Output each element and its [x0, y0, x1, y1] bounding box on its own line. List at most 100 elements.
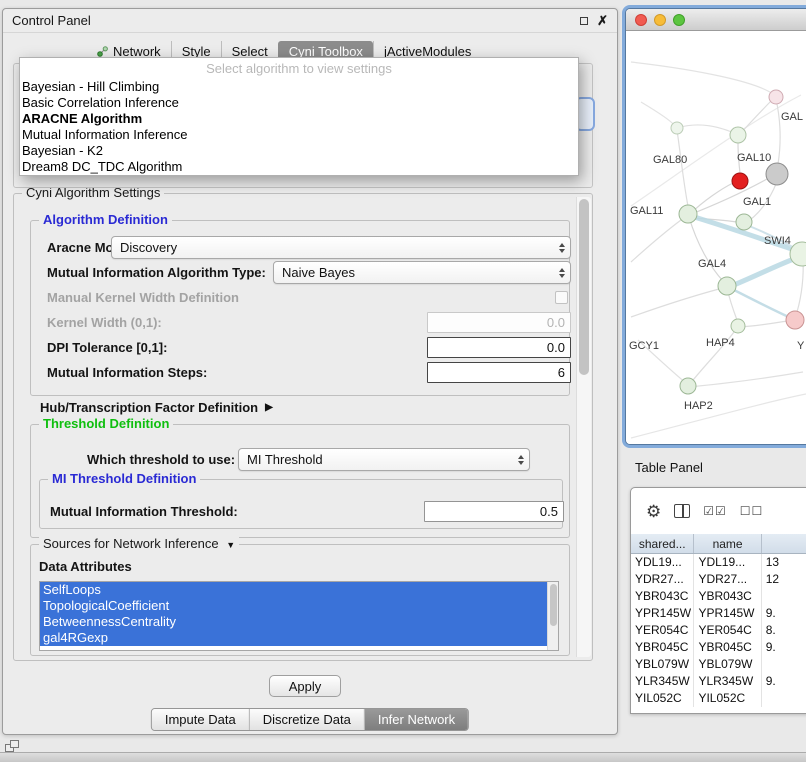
close-button[interactable]	[635, 14, 647, 26]
which-threshold-select[interactable]: MI Threshold	[238, 448, 530, 471]
kernel-width-field	[427, 312, 571, 333]
deselect-all-icon[interactable]: ☐☐	[740, 504, 764, 518]
kernel-width-label: Kernel Width (0,1):	[47, 315, 162, 330]
algorithm-definition-title: Algorithm Definition	[39, 212, 172, 227]
combo-arrows-icon	[559, 268, 565, 278]
column-header[interactable]: name	[694, 534, 761, 553]
network-edge	[641, 102, 674, 125]
mi-threshold-group: MI Threshold Definition Mutual Informati…	[39, 479, 563, 529]
attribute-item[interactable]: TopologicalCoefficient	[40, 598, 547, 614]
collapse-down-icon: ▼	[226, 540, 235, 550]
attribute-item[interactable]: gal4RGexp	[40, 630, 547, 646]
manual-kernel-label: Manual Kernel Width Definition	[47, 290, 239, 305]
network-node[interactable]	[790, 242, 806, 266]
table-row[interactable]: YER054CYER054C8.	[631, 622, 806, 639]
aracne-mode-value: Discovery	[120, 240, 177, 255]
dpi-tolerance-field[interactable]	[427, 337, 571, 358]
network-edge	[730, 288, 791, 318]
network-node[interactable]	[731, 319, 745, 333]
node-label: GAL1	[743, 196, 771, 208]
table-panel-title: Table Panel	[635, 460, 703, 475]
table-cell: YBL079W	[631, 656, 694, 673]
table-cell: YER054C	[631, 622, 694, 639]
apply-button[interactable]: Apply	[269, 675, 341, 697]
mi-threshold-field[interactable]	[424, 501, 564, 522]
table-row[interactable]: YIL052CYIL052C	[631, 690, 806, 707]
column-header[interactable]	[762, 534, 806, 553]
network-node[interactable]	[718, 277, 736, 295]
scrollbar-thumb[interactable]	[579, 199, 589, 375]
combo-arrows-icon	[518, 455, 524, 465]
close-panel-icon[interactable]: ✗	[597, 16, 608, 26]
network-node[interactable]	[680, 378, 696, 394]
mi-steps-label: Mutual Information Steps:	[47, 365, 207, 380]
network-node[interactable]	[786, 311, 804, 329]
attribute-item[interactable]: SelfLoops	[40, 582, 547, 598]
network-node[interactable]	[730, 127, 746, 143]
table-row[interactable]: YBR045CYBR045C9.	[631, 639, 806, 656]
attribute-item[interactable]: BetweennessCentrality	[40, 614, 547, 630]
settings-scrollbar[interactable]	[576, 197, 591, 657]
table-row[interactable]: YLR345WYLR345W9.	[631, 673, 806, 690]
sources-group: Sources for Network Inference ▼ Data Att…	[30, 544, 570, 656]
gear-icon[interactable]: ⚙	[646, 503, 661, 520]
table-row[interactable]: YDL19...YDL19...13	[631, 554, 806, 571]
algorithm-option[interactable]: Bayesian - Hill Climbing	[20, 79, 578, 95]
node-label: GAL80	[653, 154, 687, 166]
mi-type-select[interactable]: Naive Bayes	[273, 261, 571, 284]
expand-right-icon: ▶	[265, 402, 273, 413]
minimize-button[interactable]	[654, 14, 666, 26]
mi-threshold-title: MI Threshold Definition	[48, 471, 200, 486]
aracne-mode-select[interactable]: Discovery	[111, 236, 571, 259]
algorithm-option[interactable]: Mutual Information Inference	[20, 127, 578, 143]
network-node[interactable]	[769, 90, 783, 104]
sources-group-title[interactable]: Sources for Network Inference ▼	[39, 536, 239, 551]
attributes-scrollbar[interactable]	[547, 582, 558, 650]
network-edge	[631, 220, 681, 262]
table-cell: YBR045C	[694, 639, 761, 656]
table-cell: YBR043C	[631, 588, 694, 605]
node-label: GAL	[781, 111, 803, 123]
select-all-icon[interactable]: ☑☑	[703, 504, 727, 518]
hub-definition-expander[interactable]: Hub/Transcription Factor Definition ▶	[40, 400, 273, 415]
network-edge	[677, 125, 734, 133]
algorithm-option[interactable]: Dream8 DC_TDC Algorithm	[20, 159, 578, 175]
table-cell	[762, 588, 806, 605]
tab-impute-data[interactable]: Impute Data	[152, 709, 249, 730]
network-node[interactable]	[736, 214, 752, 230]
tab-discretize-data[interactable]: Discretize Data	[249, 709, 364, 730]
table-row[interactable]: YBL079WYBL079W	[631, 656, 806, 673]
tab-infer-network[interactable]: Infer Network	[364, 709, 468, 730]
algorithm-option[interactable]: Bayesian - K2	[20, 143, 578, 159]
which-threshold-value: MI Threshold	[247, 452, 323, 467]
columns-icon[interactable]	[674, 504, 690, 518]
table-cell: YDR27...	[694, 571, 761, 588]
network-node[interactable]	[679, 205, 697, 223]
table-row[interactable]: YBR043CYBR043C	[631, 588, 806, 605]
network-edge	[631, 289, 719, 317]
table-cell: YBR043C	[694, 588, 761, 605]
bottom-tab-bar: Impute DataDiscretize DataInfer Network	[151, 708, 469, 731]
data-attributes-list: SelfLoopsTopologicalCoefficientBetweenne…	[40, 582, 558, 646]
combo-arrows-icon	[559, 243, 565, 253]
algorithm-option[interactable]: ARACNE Algorithm	[20, 111, 578, 127]
table-row[interactable]: YPR145WYPR145W9.	[631, 605, 806, 622]
table-cell: YIL052C	[631, 690, 694, 707]
column-header[interactable]: shared...	[631, 534, 694, 553]
table-row[interactable]: YDR27...YDR27...12	[631, 571, 806, 588]
sources-title-text: Sources for Network Inference	[43, 536, 219, 551]
network-canvas[interactable]: GALGAL80GAL10GAL11GAL1SWI4GAL4GCY1HAP4HA…	[626, 31, 806, 445]
network-window-titlebar[interactable]	[626, 9, 806, 31]
zoom-button[interactable]	[673, 14, 685, 26]
network-node[interactable]	[766, 163, 788, 185]
control-panel-titlebar[interactable]: Control Panel ✗	[3, 9, 617, 33]
scrollbar-thumb[interactable]	[550, 584, 557, 626]
network-node[interactable]	[671, 122, 683, 134]
control-panel-window: Control Panel ✗ NetworkStyleSelectCyni T…	[2, 8, 618, 735]
network-node[interactable]	[732, 173, 748, 189]
float-window-icon[interactable]	[580, 17, 588, 25]
table-cell: YDL19...	[694, 554, 761, 571]
table-cell: YIL052C	[694, 690, 761, 707]
mi-steps-field[interactable]	[427, 362, 571, 383]
algorithm-option[interactable]: Basic Correlation Inference	[20, 95, 578, 111]
